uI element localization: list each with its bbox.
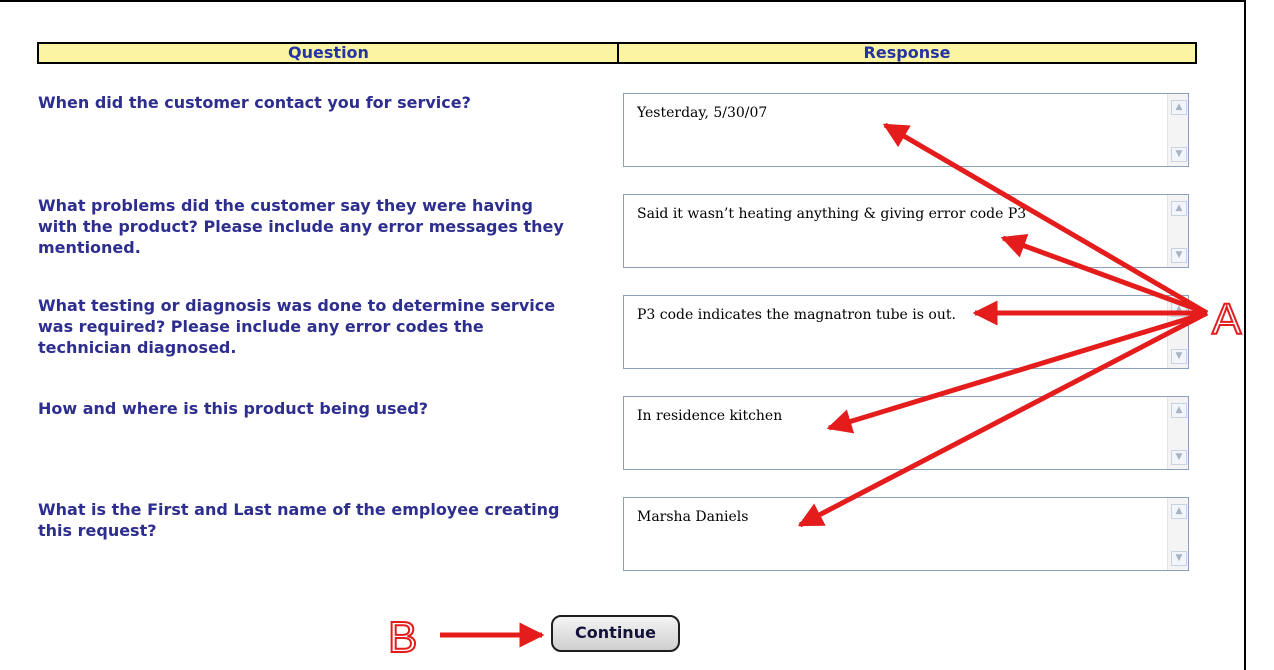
annotation-label-b: B xyxy=(387,613,418,662)
arrow-a-to-response-1 xyxy=(882,122,1209,316)
annotation-label-a: A xyxy=(1211,295,1242,344)
annotation-arrows xyxy=(440,122,1209,648)
arrow-a-to-response-2 xyxy=(1000,234,1208,316)
